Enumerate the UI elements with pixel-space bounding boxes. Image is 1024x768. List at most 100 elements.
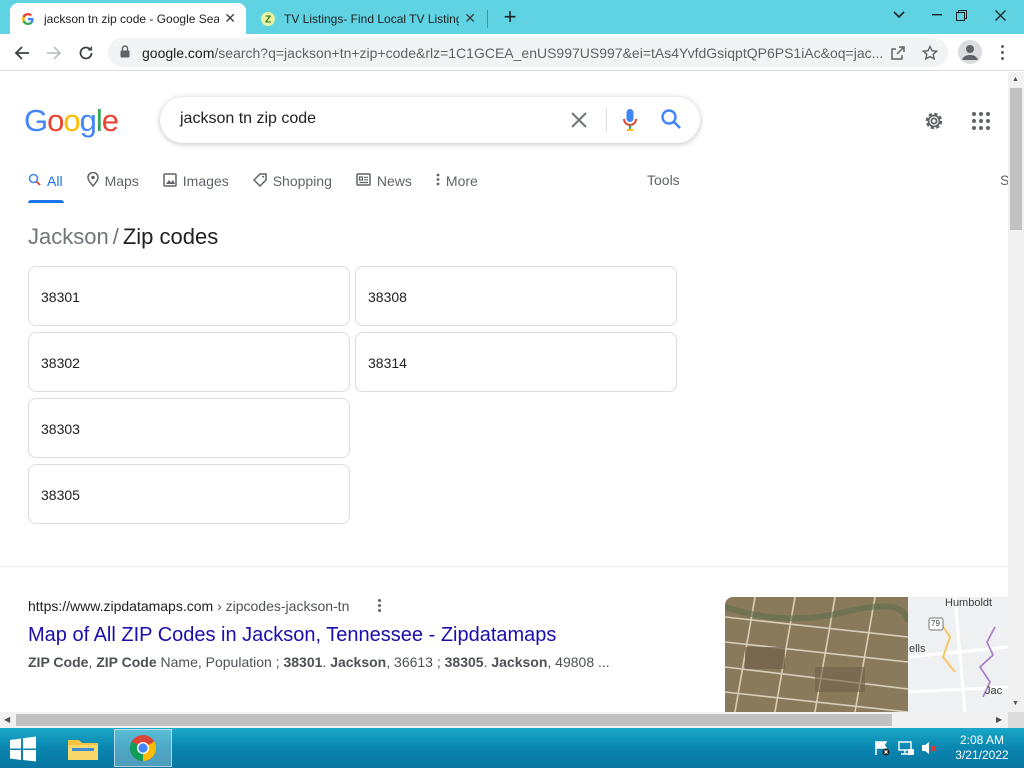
search-input[interactable]: jackson tn zip code (180, 110, 316, 128)
result-title-link[interactable]: Map of All ZIP Codes in Jackson, Tenness… (28, 624, 556, 647)
google-logo[interactable]: Google (24, 103, 119, 139)
result-options-icon[interactable] (378, 599, 382, 613)
vertical-scrollbar[interactable]: ▲ ▼ (1008, 72, 1024, 712)
zip-code-chip[interactable]: 38305 (28, 464, 350, 524)
news-icon (356, 173, 371, 189)
tab-title: jackson tn zip code - Google Sea (44, 11, 219, 26)
volume-muted-icon[interactable] (920, 740, 938, 756)
reload-button[interactable] (73, 40, 99, 66)
screen: jackson tn zip code - Google Sea ✕ Z TV … (0, 0, 1024, 768)
horizontal-scrollbar[interactable]: ◀ ▶ (0, 712, 1008, 728)
breadcrumb-current: Zip codes (122, 224, 219, 249)
new-tab-button[interactable]: + (498, 4, 522, 29)
chrome-taskbar-icon[interactable] (114, 729, 172, 767)
settings-gear-icon[interactable] (922, 109, 946, 133)
bookmark-star-icon[interactable] (920, 43, 940, 63)
result-path: › zipcodes-jackson-tn (213, 598, 350, 614)
tab-google-search[interactable]: jackson tn zip code - Google Sea ✕ (10, 3, 246, 34)
tab-shopping[interactable]: Shopping (252, 172, 332, 190)
vertical-scroll-thumb[interactable] (1010, 88, 1022, 230)
url-path: /search?q=jackson+tn+zip+code&rlz=1C1GCE… (214, 45, 882, 61)
scroll-left-arrow-icon[interactable]: ◀ (4, 715, 10, 724)
logo-letter: g (79, 103, 97, 138)
voice-search-icon[interactable] (622, 108, 638, 132)
tools-button[interactable]: Tools (647, 172, 680, 188)
zip-code-chip[interactable]: 38308 (355, 266, 677, 326)
search-icon (28, 173, 41, 189)
active-tab-indicator (28, 200, 64, 203)
search-type-tabs: All Maps Images Shopping News More (28, 171, 502, 202)
search-box-divider (606, 108, 607, 132)
network-icon[interactable] (897, 740, 915, 756)
snippet-bold: Jackson (491, 654, 548, 670)
zip-code-chip[interactable]: 38301 (28, 266, 350, 326)
tab-images[interactable]: Images (163, 172, 229, 190)
tab-search-chevron-icon[interactable] (882, 0, 916, 30)
clock-time: 2:08 AM (959, 733, 1005, 747)
tab-label: Maps (104, 173, 139, 189)
map-label: Jac (985, 685, 1003, 697)
lock-icon (120, 45, 130, 58)
windows-taskbar: 2:08 AM 3/21/2022 (0, 728, 1024, 768)
clear-search-icon[interactable] (570, 107, 588, 135)
result-snippet: ZIP Code, ZIP Code Name, Population ; 38… (28, 654, 610, 670)
tab-label: Images (182, 173, 229, 189)
result-url[interactable]: https://www.zipdatamaps.com › zipcodes-j… (28, 598, 349, 614)
search-icon[interactable] (660, 108, 682, 130)
search-results-page: Google jackson tn zip code All Maps Imag… (0, 72, 1008, 712)
forward-button[interactable] (41, 40, 67, 66)
scroll-down-arrow-icon[interactable]: ▼ (1012, 700, 1019, 707)
logo-letter: o (63, 103, 80, 138)
snippet-bold: ZIP Code (96, 654, 157, 670)
tab-maps[interactable]: Maps (86, 171, 139, 190)
tab-tv-listings[interactable]: Z TV Listings- Find Local TV Listing ✕ (250, 3, 486, 34)
back-button[interactable] (9, 40, 35, 66)
breadcrumb-parent[interactable]: Jackson (28, 224, 109, 249)
google-apps-icon[interactable] (972, 112, 990, 130)
result-thumbnails[interactable]: Humboldt 79 ells Jac (725, 597, 1008, 712)
action-center-flag-icon[interactable] (873, 740, 891, 756)
tab-all[interactable]: All (28, 172, 63, 190)
zip-code-chip[interactable]: 38314 (355, 332, 677, 392)
scroll-corner (1008, 712, 1024, 728)
breadcrumb-separator: / (112, 224, 119, 249)
restore-button[interactable] (944, 0, 978, 30)
image-icon (163, 172, 177, 190)
section-divider (0, 566, 1008, 567)
windows-start-icon[interactable] (8, 736, 38, 762)
scroll-right-arrow-icon[interactable]: ▶ (996, 715, 1002, 724)
browser-toolbar: google.com/search?q=jackson+tn+zip+code&… (0, 34, 1024, 71)
tab-more[interactable]: More (436, 172, 478, 190)
chrome-menu-icon[interactable] (994, 40, 1010, 64)
tab-title: TV Listings- Find Local TV Listing (284, 11, 459, 26)
zip-code-chip[interactable]: 38303 (28, 398, 350, 458)
map-label: Humboldt (945, 597, 993, 609)
tab-news[interactable]: News (356, 172, 412, 190)
tab-label: More (445, 173, 478, 189)
google-g-icon (20, 11, 36, 27)
scroll-up-arrow-icon[interactable]: ▲ (1012, 76, 1019, 83)
tvl-z-icon: Z (260, 11, 276, 27)
zip-code-chip[interactable]: 38302 (28, 332, 350, 392)
result-domain: https://www.zipdatamaps.com (28, 598, 214, 614)
map-pin-icon (86, 171, 99, 190)
horizontal-scroll-thumb[interactable] (16, 714, 892, 726)
tab-label: All (47, 173, 63, 189)
address-url: google.com/search?q=jackson+tn+zip+code&… (142, 45, 882, 61)
browser-tab-strip: jackson tn zip code - Google Sea ✕ Z TV … (0, 0, 1024, 34)
historic-city-map-image[interactable] (725, 597, 1008, 712)
file-explorer-icon[interactable] (54, 729, 112, 767)
map-label: ells (909, 643, 926, 655)
more-vert-icon (436, 173, 440, 189)
address-bar[interactable]: google.com/search?q=jackson+tn+zip+code&… (108, 38, 948, 67)
system-clock[interactable]: 2:08 AM 3/21/2022 (942, 733, 1022, 763)
search-box[interactable]: jackson tn zip code (160, 97, 700, 143)
cut-off-link[interactable]: S (1000, 172, 1008, 188)
close-tab-icon[interactable]: ✕ (224, 10, 236, 27)
logo-letter: o (47, 103, 64, 138)
profile-avatar-icon[interactable] (958, 40, 982, 64)
close-tab-icon[interactable]: ✕ (464, 10, 476, 27)
share-icon[interactable] (888, 43, 908, 63)
close-window-button[interactable] (980, 0, 1020, 30)
snippet-bold: 38301 (283, 654, 323, 670)
